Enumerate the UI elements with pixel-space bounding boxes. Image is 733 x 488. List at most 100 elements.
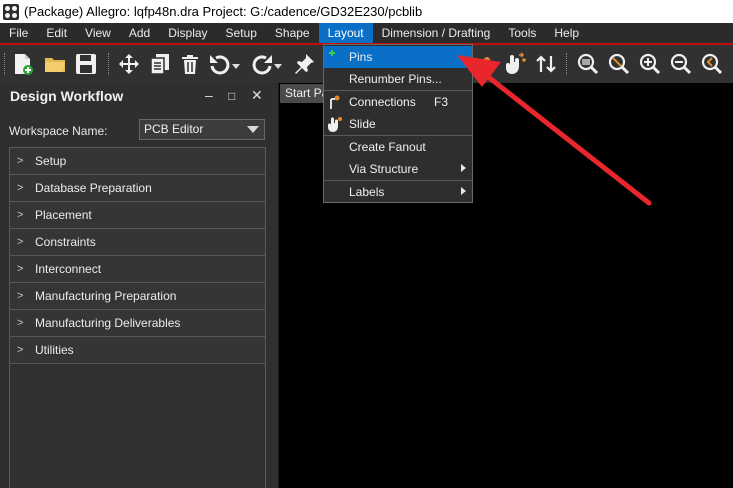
copy-button[interactable] xyxy=(147,51,173,77)
swap-tool-button[interactable] xyxy=(533,51,559,77)
zoom-fit-button[interactable] xyxy=(575,51,601,77)
workflow-step-manufacturing-deliverables[interactable]: > Manufacturing Deliverables xyxy=(10,310,265,337)
menu-add[interactable]: Add xyxy=(120,23,159,43)
new-file-icon xyxy=(15,54,33,75)
zoom-fit-icon xyxy=(577,53,599,75)
menu-item-renumber-pins[interactable]: Renumber Pins... xyxy=(324,68,472,90)
delete-button[interactable] xyxy=(177,51,203,77)
move-button[interactable] xyxy=(116,51,142,77)
chevron-right-icon: > xyxy=(17,182,24,194)
folder-icon xyxy=(45,58,65,72)
workflow-step-utilities[interactable]: > Utilities xyxy=(10,337,265,364)
menu-layout[interactable]: Layout xyxy=(318,23,373,43)
workflow-step-label: Manufacturing Preparation xyxy=(35,289,177,303)
workflow-step-database-preparation[interactable]: > Database Preparation xyxy=(10,175,265,202)
connect-tool-button[interactable] xyxy=(474,51,500,77)
close-panel-button[interactable]: ✕ xyxy=(251,87,263,104)
chevron-right-icon: > xyxy=(17,290,24,302)
menu-file[interactable]: File xyxy=(0,23,37,43)
menu-edit[interactable]: Edit xyxy=(37,23,76,43)
workflow-steps-list: > Setup > Database Preparation > Placeme… xyxy=(9,147,266,488)
menu-item-label: Create Fanout xyxy=(349,140,426,154)
zoom-out-button[interactable] xyxy=(668,51,694,77)
workflow-step-setup[interactable]: > Setup xyxy=(10,148,265,175)
workflow-step-interconnect[interactable]: > Interconnect xyxy=(10,256,265,283)
slide-tool-button[interactable] xyxy=(502,51,528,77)
swap-arrows-icon xyxy=(536,55,556,73)
zoom-out-icon xyxy=(670,53,692,75)
pin-tool-button[interactable] xyxy=(291,51,317,77)
chevron-right-icon: > xyxy=(17,209,24,221)
chevron-down-icon xyxy=(232,64,240,69)
menu-view[interactable]: View xyxy=(76,23,120,43)
connect-icon xyxy=(477,57,490,73)
submenu-arrow-icon xyxy=(461,187,466,195)
workspace-select-value: PCB Editor xyxy=(144,122,204,136)
minimize-panel-button[interactable]: – xyxy=(205,87,213,103)
new-file-button[interactable] xyxy=(10,51,36,77)
zoom-in-icon xyxy=(639,53,661,75)
move-arrows-icon xyxy=(119,54,139,74)
chevron-right-icon: > xyxy=(17,263,24,275)
undo-dropdown-button[interactable] xyxy=(231,51,241,77)
slide-hand-icon xyxy=(328,117,342,132)
toolbar-grip xyxy=(4,53,5,75)
menu-item-label: Pins xyxy=(349,50,373,64)
menu-item-labels[interactable]: Labels xyxy=(324,181,472,203)
menu-item-via-structure[interactable]: Via Structure xyxy=(324,158,472,180)
menu-item-label: Labels xyxy=(349,185,385,199)
title-bar: (Package) Allegro: lqfp48n.dra Project: … xyxy=(0,0,733,23)
save-icon xyxy=(76,54,96,74)
workflow-step-label: Constraints xyxy=(35,235,96,249)
design-workflow-panel: Design Workflow – □ ✕ Workspace Name: PC… xyxy=(0,83,279,488)
menu-dimension-drafting[interactable]: Dimension / Drafting xyxy=(373,23,500,43)
menu-item-pins[interactable]: Pins xyxy=(324,46,472,68)
menu-item-label: Renumber Pins... xyxy=(349,72,442,86)
layout-menu-dropdown: Pins Renumber Pins... Connections F3 Sli… xyxy=(323,44,473,203)
workflow-step-constraints[interactable]: > Constraints xyxy=(10,229,265,256)
chevron-down-icon xyxy=(274,64,282,69)
undo-button[interactable] xyxy=(207,51,233,77)
workflow-step-label: Setup xyxy=(35,154,67,168)
zoom-in-button[interactable] xyxy=(637,51,663,77)
chevron-right-icon: > xyxy=(17,236,24,248)
menu-item-label: Via Structure xyxy=(349,162,419,176)
float-panel-button[interactable]: □ xyxy=(228,89,235,103)
menu-bar: File Edit View Add Display Setup Shape L… xyxy=(0,23,733,43)
workspace-name-label: Workspace Name: xyxy=(9,124,108,138)
workspace-select[interactable]: PCB Editor xyxy=(139,119,265,140)
menu-item-shortcut: F3 xyxy=(433,95,448,109)
toolbar-separator xyxy=(566,53,567,75)
menu-shape[interactable]: Shape xyxy=(266,23,319,43)
menu-item-label: Connections xyxy=(349,95,416,109)
menu-item-slide[interactable]: Slide xyxy=(324,113,472,135)
zoom-previous-button[interactable] xyxy=(699,51,725,77)
toolbar-separator xyxy=(108,53,109,75)
menu-display[interactable]: Display xyxy=(159,23,216,43)
workflow-step-label: Utilities xyxy=(35,343,74,357)
menu-help[interactable]: Help xyxy=(545,23,588,43)
menu-item-create-fanout[interactable]: Create Fanout xyxy=(324,136,472,158)
workflow-step-label: Interconnect xyxy=(35,262,102,276)
menu-tools[interactable]: Tools xyxy=(499,23,545,43)
undo-icon xyxy=(210,55,230,75)
workflow-step-label: Database Preparation xyxy=(35,181,152,195)
workflow-step-label: Placement xyxy=(35,208,92,222)
chevron-down-icon xyxy=(247,126,259,133)
menu-item-connections[interactable]: Connections F3 xyxy=(324,91,472,113)
workflow-step-label: Manufacturing Deliverables xyxy=(35,316,181,330)
redo-button[interactable] xyxy=(249,51,275,77)
tab-start-page[interactable]: Start Page xyxy=(280,84,324,103)
save-button[interactable] xyxy=(73,51,99,77)
chevron-right-icon: > xyxy=(17,155,24,167)
redo-dropdown-button[interactable] xyxy=(273,51,283,77)
slide-hand-icon xyxy=(506,52,526,74)
workflow-step-manufacturing-preparation[interactable]: > Manufacturing Preparation xyxy=(10,283,265,310)
zoom-window-button[interactable] xyxy=(606,51,632,77)
pushpin-icon xyxy=(295,54,314,74)
menu-setup[interactable]: Setup xyxy=(217,23,266,43)
open-folder-button[interactable] xyxy=(42,51,68,77)
menu-item-label: Slide xyxy=(349,117,376,131)
add-pin-icon xyxy=(329,50,335,56)
workflow-step-placement[interactable]: > Placement xyxy=(10,202,265,229)
